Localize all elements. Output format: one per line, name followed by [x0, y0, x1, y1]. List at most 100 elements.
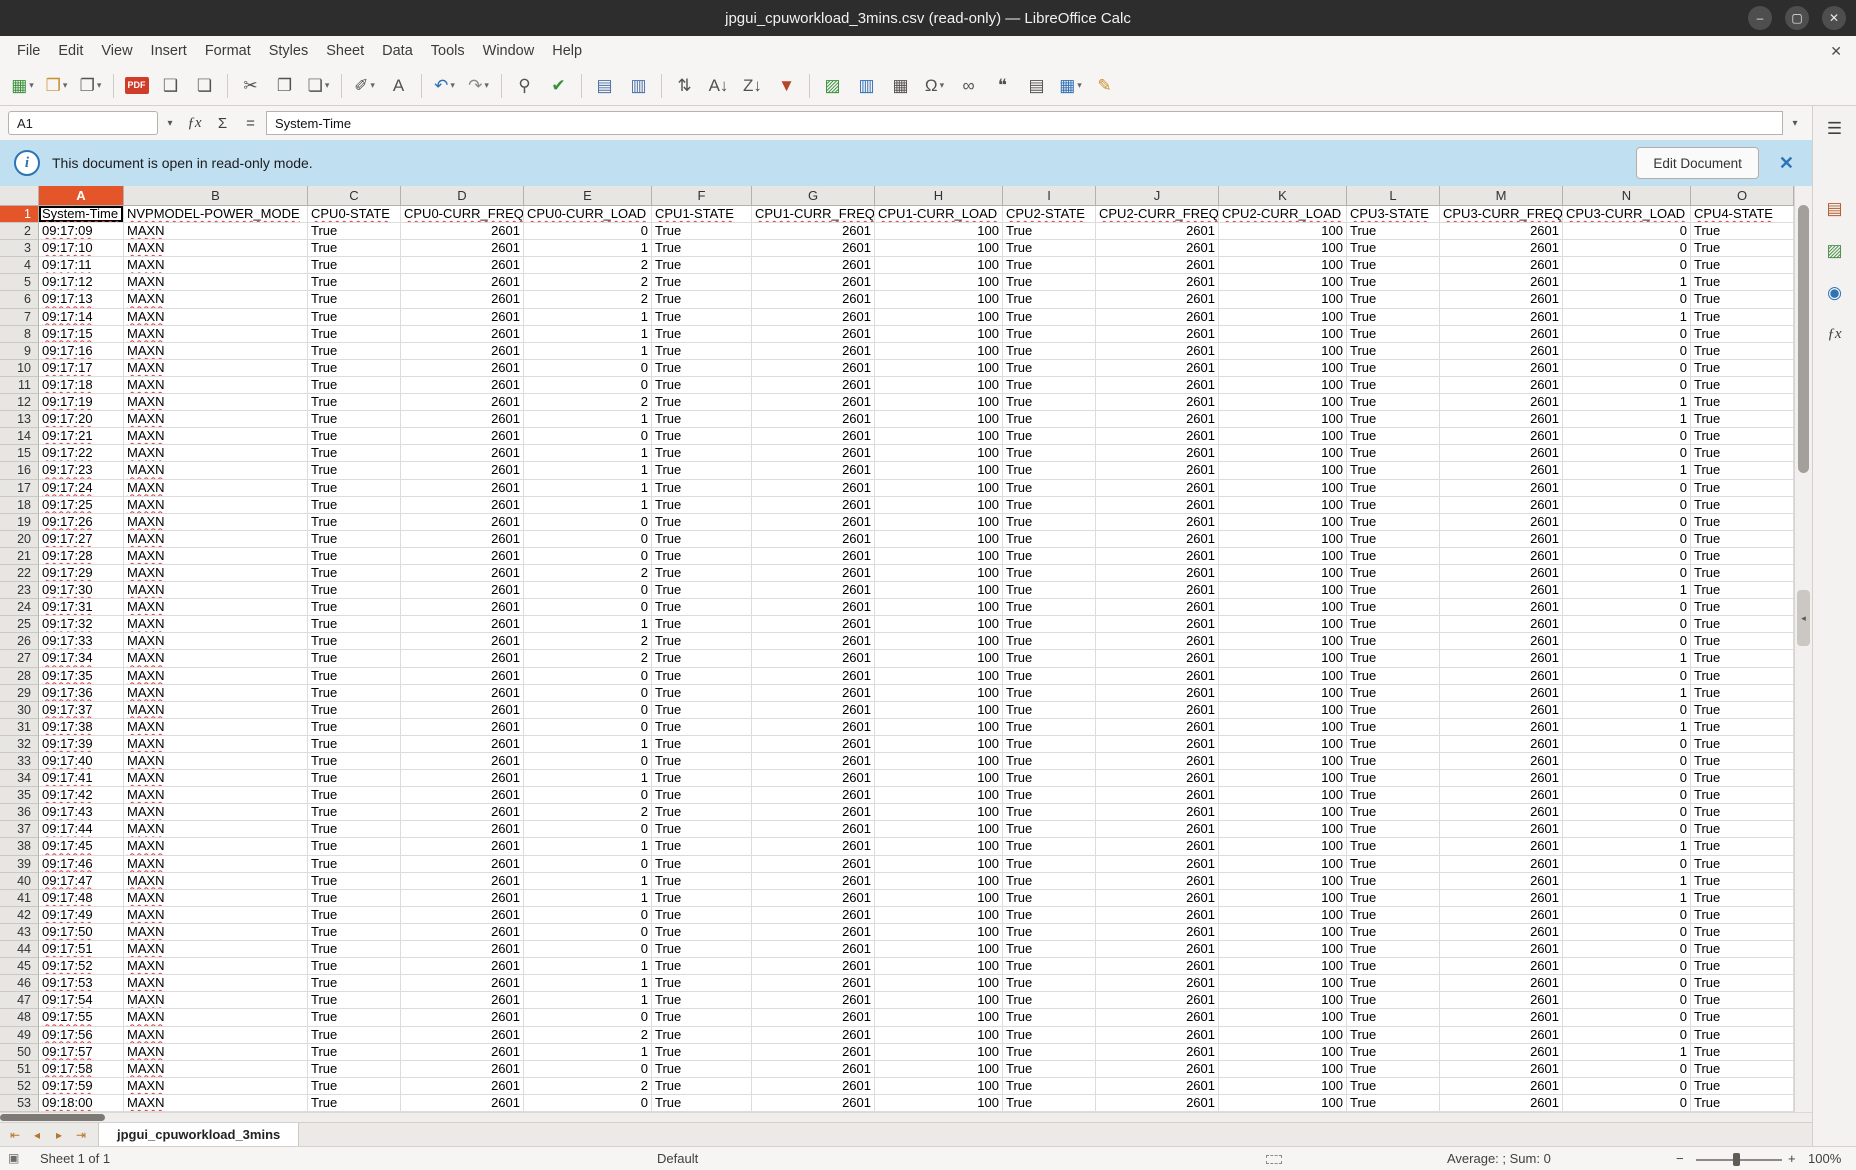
cell-D51[interactable]: 2601 [401, 1061, 524, 1078]
cell-H38[interactable]: 100 [875, 838, 1003, 855]
find-and-replace-button[interactable]: ⚲ [508, 71, 541, 101]
menu-styles[interactable]: Styles [260, 39, 318, 63]
cell-B45[interactable]: MAXN [124, 958, 308, 975]
cell-J49[interactable]: 2601 [1096, 1027, 1219, 1044]
cell-L33[interactable]: True [1347, 753, 1440, 770]
row-header-29[interactable]: 29 [0, 685, 39, 702]
cell-J47[interactable]: 2601 [1096, 992, 1219, 1009]
row-header-51[interactable]: 51 [0, 1061, 39, 1078]
cell-N21[interactable]: 0 [1563, 548, 1691, 565]
cell-C1[interactable]: CPU0-STATE [308, 206, 401, 223]
cell-K3[interactable]: 100 [1219, 240, 1347, 257]
menu-view[interactable]: View [92, 39, 141, 63]
row-header-49[interactable]: 49 [0, 1027, 39, 1044]
cell-F6[interactable]: True [652, 291, 752, 308]
paste-button[interactable]: ❏▾ [302, 71, 335, 101]
cell-G2[interactable]: 2601 [752, 223, 875, 240]
cell-G20[interactable]: 2601 [752, 531, 875, 548]
cell-D45[interactable]: 2601 [401, 958, 524, 975]
cell-I39[interactable]: True [1003, 856, 1096, 873]
cell-C22[interactable]: True [308, 565, 401, 582]
cell-E26[interactable]: 2 [524, 633, 652, 650]
menu-insert[interactable]: Insert [142, 39, 196, 63]
cell-O17[interactable]: True [1691, 480, 1794, 497]
cell-B33[interactable]: MAXN [124, 753, 308, 770]
cell-H44[interactable]: 100 [875, 941, 1003, 958]
clear-formatting-button[interactable]: A [382, 71, 415, 101]
cell-H47[interactable]: 100 [875, 992, 1003, 1009]
dropdown-arrow-icon[interactable]: ▾ [325, 80, 330, 91]
show-draw-functions-button[interactable]: ✎ [1088, 71, 1121, 101]
cell-E50[interactable]: 1 [524, 1044, 652, 1061]
cell-A27[interactable]: 09:17:34 [39, 650, 124, 667]
menu-sheet[interactable]: Sheet [317, 39, 373, 63]
cell-K52[interactable]: 100 [1219, 1078, 1347, 1095]
row-header-47[interactable]: 47 [0, 992, 39, 1009]
column-header-D[interactable]: D [401, 186, 524, 206]
cell-B19[interactable]: MAXN [124, 514, 308, 531]
cell-H37[interactable]: 100 [875, 821, 1003, 838]
cell-N43[interactable]: 0 [1563, 924, 1691, 941]
row-header-27[interactable]: 27 [0, 650, 39, 667]
row-header-16[interactable]: 16 [0, 462, 39, 479]
row-header-36[interactable]: 36 [0, 804, 39, 821]
cell-H40[interactable]: 100 [875, 873, 1003, 890]
column-header-I[interactable]: I [1003, 186, 1096, 206]
cell-O19[interactable]: True [1691, 514, 1794, 531]
column-header-C[interactable]: C [308, 186, 401, 206]
cell-N23[interactable]: 1 [1563, 582, 1691, 599]
cell-D52[interactable]: 2601 [401, 1078, 524, 1095]
cell-D43[interactable]: 2601 [401, 924, 524, 941]
cell-D50[interactable]: 2601 [401, 1044, 524, 1061]
cell-M39[interactable]: 2601 [1440, 856, 1563, 873]
cell-O25[interactable]: True [1691, 616, 1794, 633]
cell-G1[interactable]: CPU1-CURR_FREQ [752, 206, 875, 223]
cell-G42[interactable]: 2601 [752, 907, 875, 924]
cell-A34[interactable]: 09:17:41 [39, 770, 124, 787]
cell-D11[interactable]: 2601 [401, 377, 524, 394]
cell-C51[interactable]: True [308, 1061, 401, 1078]
cell-B37[interactable]: MAXN [124, 821, 308, 838]
cell-O21[interactable]: True [1691, 548, 1794, 565]
cell-B38[interactable]: MAXN [124, 838, 308, 855]
row-header-14[interactable]: 14 [0, 428, 39, 445]
cell-M36[interactable]: 2601 [1440, 804, 1563, 821]
cell-E14[interactable]: 0 [524, 428, 652, 445]
cell-K31[interactable]: 100 [1219, 719, 1347, 736]
cell-K48[interactable]: 100 [1219, 1009, 1347, 1026]
redo-button[interactable]: ↷▾ [462, 71, 495, 101]
cell-K17[interactable]: 100 [1219, 480, 1347, 497]
cell-L5[interactable]: True [1347, 274, 1440, 291]
cell-G14[interactable]: 2601 [752, 428, 875, 445]
cell-F36[interactable]: True [652, 804, 752, 821]
cell-D53[interactable]: 2601 [401, 1095, 524, 1112]
cell-L53[interactable]: True [1347, 1095, 1440, 1112]
cell-K30[interactable]: 100 [1219, 702, 1347, 719]
cell-M5[interactable]: 2601 [1440, 274, 1563, 291]
clone-formatting-button[interactable]: ✐▾ [348, 71, 381, 101]
cell-L27[interactable]: True [1347, 650, 1440, 667]
cell-A43[interactable]: 09:17:50 [39, 924, 124, 941]
cell-E36[interactable]: 2 [524, 804, 652, 821]
zoom-out-button[interactable]: − [1676, 1151, 1684, 1166]
cell-M19[interactable]: 2601 [1440, 514, 1563, 531]
cell-I3[interactable]: True [1003, 240, 1096, 257]
cell-G50[interactable]: 2601 [752, 1044, 875, 1061]
cell-J11[interactable]: 2601 [1096, 377, 1219, 394]
cell-G6[interactable]: 2601 [752, 291, 875, 308]
cell-E3[interactable]: 1 [524, 240, 652, 257]
cell-B43[interactable]: MAXN [124, 924, 308, 941]
cell-M51[interactable]: 2601 [1440, 1061, 1563, 1078]
cell-F3[interactable]: True [652, 240, 752, 257]
cell-E39[interactable]: 0 [524, 856, 652, 873]
cell-H39[interactable]: 100 [875, 856, 1003, 873]
cell-N24[interactable]: 0 [1563, 599, 1691, 616]
cell-G39[interactable]: 2601 [752, 856, 875, 873]
cell-E47[interactable]: 1 [524, 992, 652, 1009]
cell-E4[interactable]: 2 [524, 257, 652, 274]
cell-I45[interactable]: True [1003, 958, 1096, 975]
cell-N51[interactable]: 0 [1563, 1061, 1691, 1078]
cell-K14[interactable]: 100 [1219, 428, 1347, 445]
cell-F12[interactable]: True [652, 394, 752, 411]
row-header-10[interactable]: 10 [0, 360, 39, 377]
